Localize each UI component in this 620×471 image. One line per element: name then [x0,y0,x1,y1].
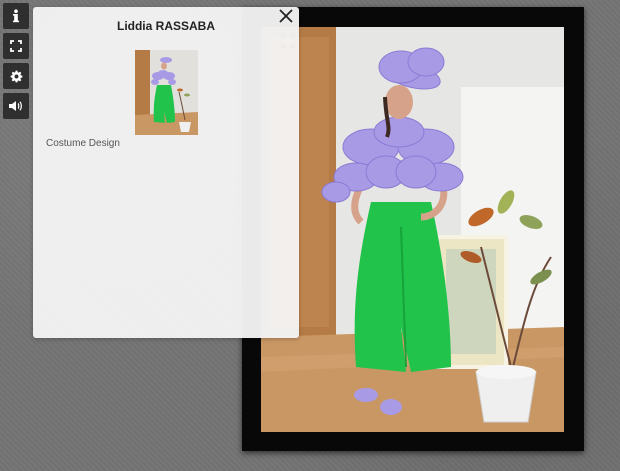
artwork-photo[interactable] [261,27,564,432]
info-panel: Liddia RASSABA Costume Design [33,7,299,338]
speaker-icon [9,100,23,112]
info-button[interactable] [3,3,29,29]
info-icon [10,9,22,23]
close-button[interactable] [278,8,294,28]
fullscreen-button[interactable] [3,33,29,59]
artwork-caption: Costume Design [46,138,120,149]
fullscreen-icon [10,40,22,52]
artist-name: Liddia RASSABA [116,19,215,33]
close-icon [279,8,293,28]
side-toolbar [3,3,29,123]
sound-button[interactable] [3,93,29,119]
settings-button[interactable] [3,63,29,89]
gear-icon [10,70,23,83]
artwork-thumbnail[interactable] [135,50,198,135]
